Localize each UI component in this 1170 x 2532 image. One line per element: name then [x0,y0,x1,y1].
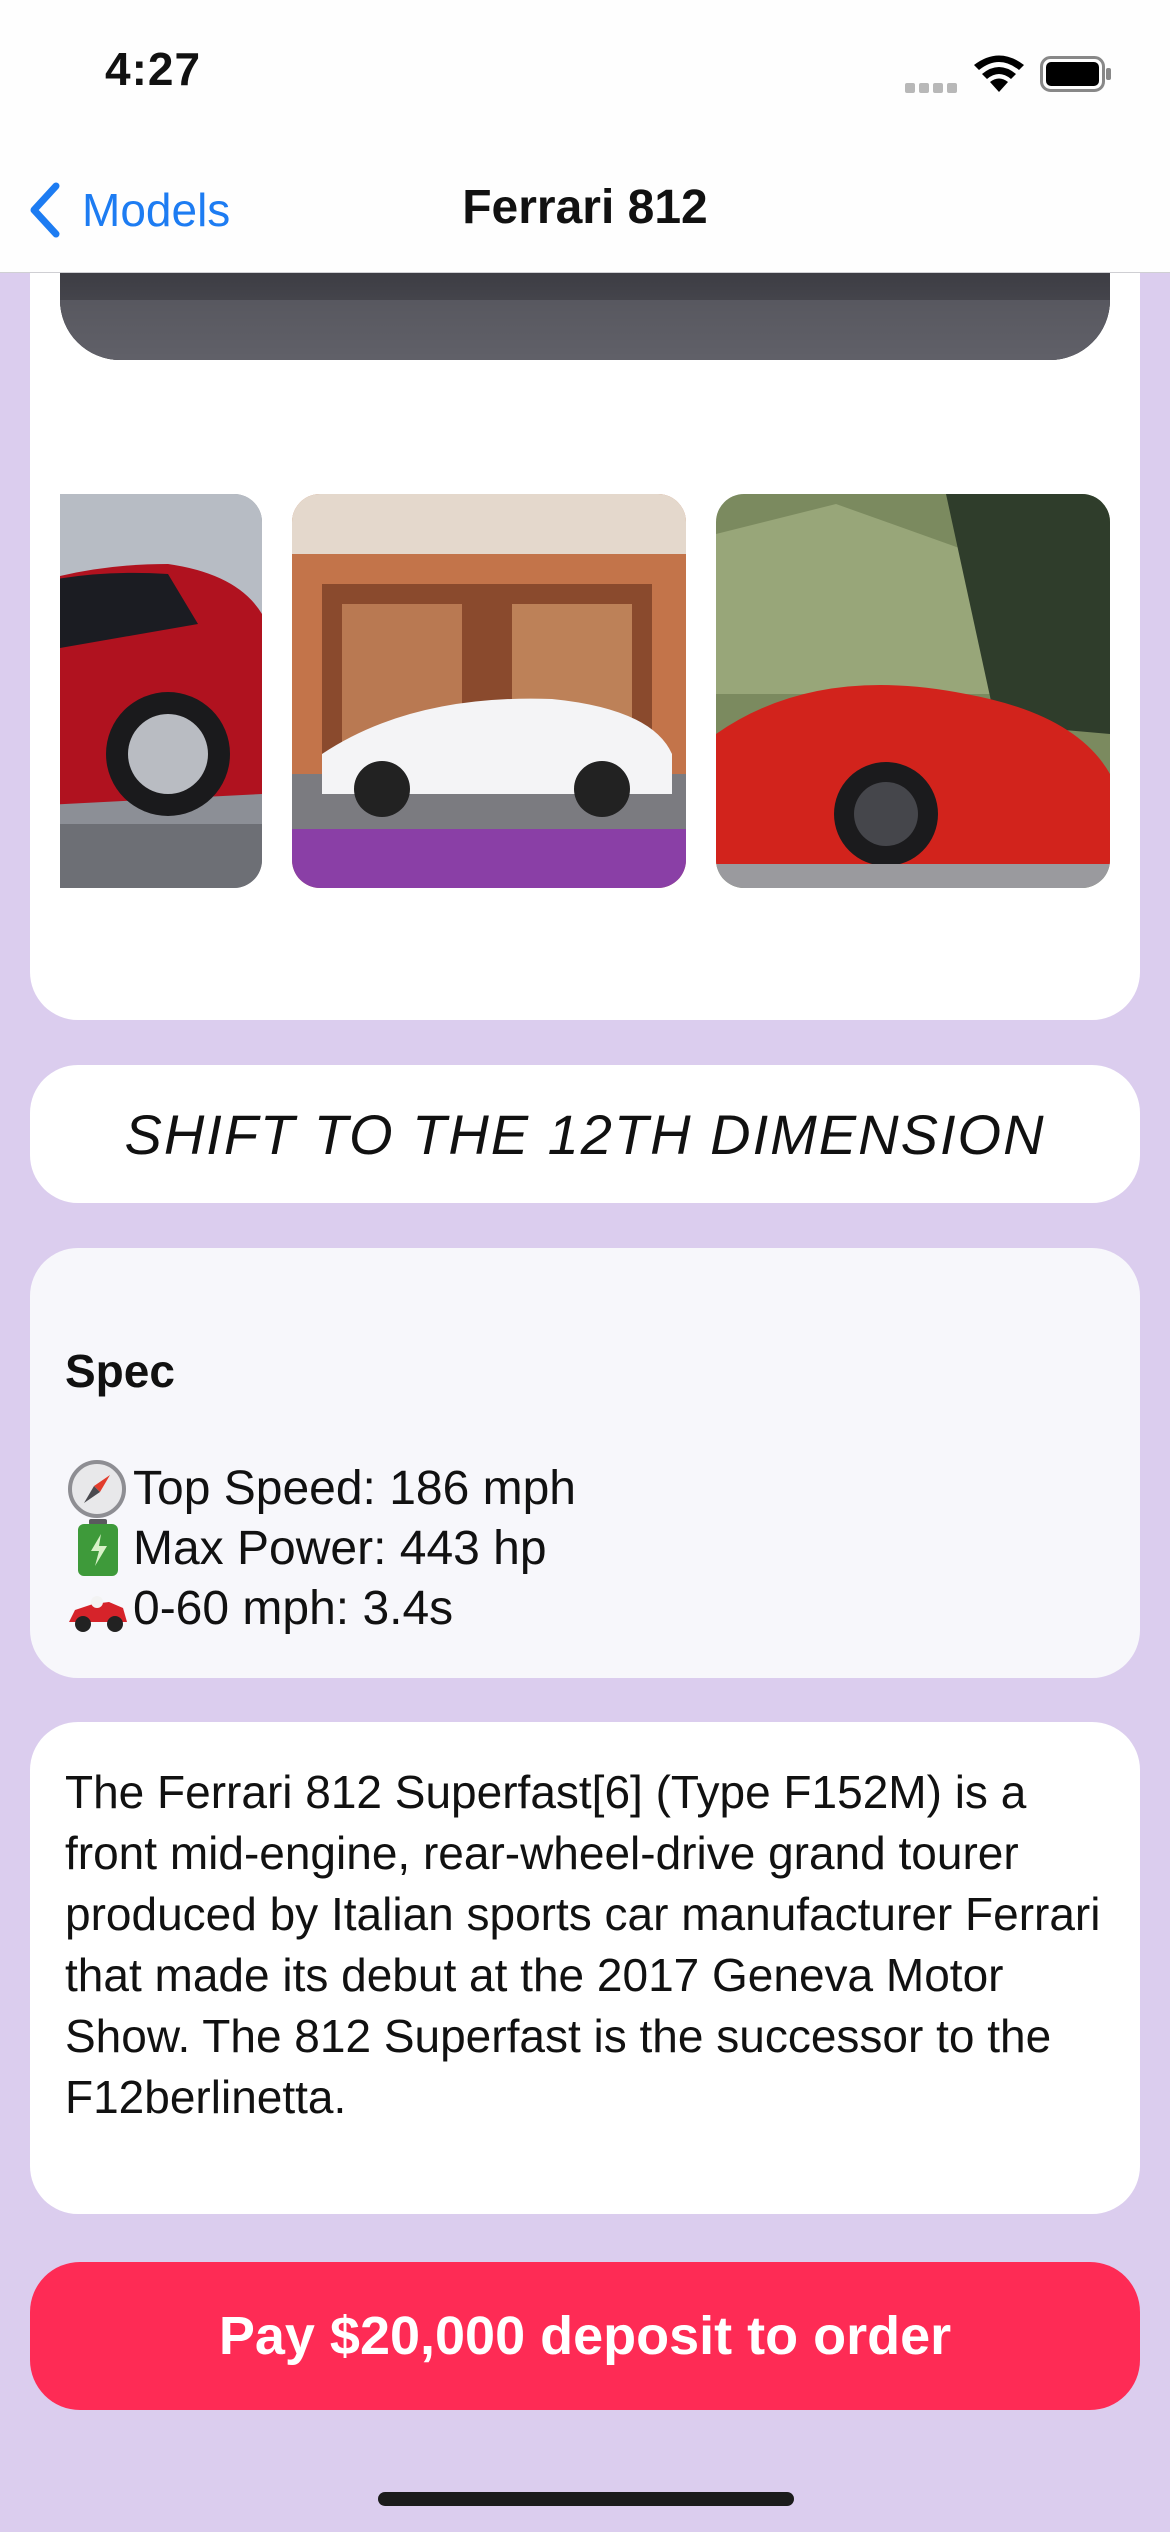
spec-item-max-power: Max Power: 443 hp [65,1518,547,1578]
wifi-icon [972,52,1026,94]
compass-icon [65,1458,131,1518]
spec-title: Spec [65,1345,175,1397]
battery-icon [65,1518,131,1578]
thumbnail-strip[interactable] [60,494,1110,888]
pay-deposit-button[interactable]: Pay $20,000 deposit to order [30,2262,1140,2410]
back-button-label: Models [82,184,231,236]
battery-icon [1040,56,1112,92]
status-bar: 4:27 [0,0,1170,150]
description-card: The Ferrari 812 Superfast[6] (Type F152M… [30,1722,1140,2214]
tagline-banner: SHIFT TO THE 12TH DIMENSION [30,1065,1140,1203]
chevron-left-icon [30,182,60,238]
status-time: 4:27 [105,43,202,95]
race-car-icon [65,1578,131,1638]
thumbnail-image[interactable] [716,494,1110,888]
spec-card: Spec Top Speed: 186 mph Max Power: 443 h… [30,1248,1140,1678]
gallery-card [30,150,1140,1020]
thumbnail-image[interactable] [60,494,262,888]
description-text: The Ferrari 812 Superfast[6] (Type F152M… [65,1766,1101,2123]
thumbnail-image[interactable] [292,494,686,888]
spec-item-acceleration: 0-60 mph: 3.4s [65,1578,453,1638]
cellular-signal-icon [905,80,963,93]
back-button[interactable]: Models [24,178,230,242]
spec-item-top-speed: Top Speed: 186 mph [65,1458,576,1518]
home-indicator [378,2492,794,2506]
navigation-bar: Ferrari 812 Models [0,150,1170,273]
